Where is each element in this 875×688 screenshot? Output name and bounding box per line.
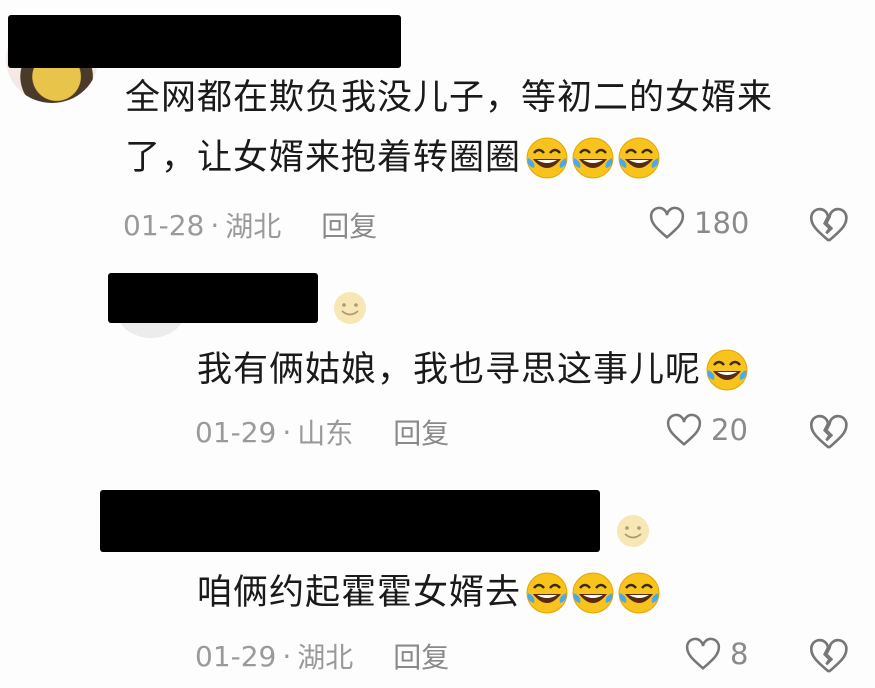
laughing-crying-emoji-icon: [617, 571, 661, 615]
comment-date: 01-28: [123, 208, 205, 242]
meta-separator: ·: [282, 639, 292, 673]
comment-location: 湖北: [225, 210, 282, 243]
comment-text-line: 我有俩姑娘，我也寻思这事儿呢: [197, 350, 702, 390]
like-button[interactable]: 180: [648, 205, 749, 241]
comment-location: 湖北: [297, 641, 354, 674]
reply-button[interactable]: 回复: [393, 636, 449, 676]
laughing-crying-emoji-icon: [571, 136, 615, 180]
smile-emoji-icon: [334, 292, 366, 324]
comment-date: 01-29: [195, 639, 277, 673]
heart-outline-icon: [685, 637, 721, 670]
like-button[interactable]: 8: [684, 636, 748, 672]
comment-date: 01-29: [195, 415, 277, 449]
comment-text-line-2: 了，让女婿来抱着转圈圈: [125, 138, 522, 178]
like-count: 180: [694, 206, 750, 240]
comment-text-line: 咱俩约起霍霍女婿去: [197, 573, 522, 613]
laughing-crying-emoji-icon: [525, 136, 569, 180]
comment-text-line: 全网都在欺负我没儿子，等初二的女婿来: [125, 78, 774, 118]
comment-text: 咱俩约起霍霍女婿去: [197, 563, 661, 623]
comment-meta: 01-29 · 湖北 回复: [195, 636, 449, 676]
like-button[interactable]: 20: [665, 412, 748, 448]
comment-meta: 01-29 · 山东 回复: [195, 412, 449, 452]
comment-text: 我有俩姑娘，我也寻思这事儿呢: [197, 340, 749, 400]
laughing-crying-emoji-icon: [571, 571, 615, 615]
reply-button[interactable]: 回复: [393, 412, 449, 452]
heart-outline-icon: [666, 413, 702, 446]
broken-heart-icon[interactable]: [808, 206, 848, 244]
comment-meta: 01-28 · 湖北 回复: [123, 205, 377, 245]
comment-text-line: 了，让女婿来抱着转圈圈: [125, 128, 773, 188]
meta-separator: ·: [282, 415, 292, 449]
laughing-crying-emoji-icon: [705, 348, 749, 392]
laughing-crying-emoji-icon: [525, 571, 569, 615]
comment-text: 全网都在欺负我没儿子，等初二的女婿来 了，让女婿来抱着转圈圈: [125, 68, 773, 188]
heart-outline-icon: [649, 206, 685, 239]
broken-heart-icon[interactable]: [808, 637, 848, 675]
like-count: 20: [711, 413, 748, 447]
like-count: 8: [730, 637, 749, 671]
comment-location: 山东: [297, 417, 354, 450]
redacted-username: [108, 273, 318, 323]
broken-heart-icon[interactable]: [808, 413, 848, 451]
laughing-crying-emoji-icon: [617, 136, 661, 180]
redacted-username: [8, 15, 401, 68]
reply-button[interactable]: 回复: [321, 205, 377, 245]
smile-emoji-icon: [617, 515, 649, 547]
redacted-username: [100, 490, 600, 552]
meta-separator: ·: [210, 208, 220, 242]
